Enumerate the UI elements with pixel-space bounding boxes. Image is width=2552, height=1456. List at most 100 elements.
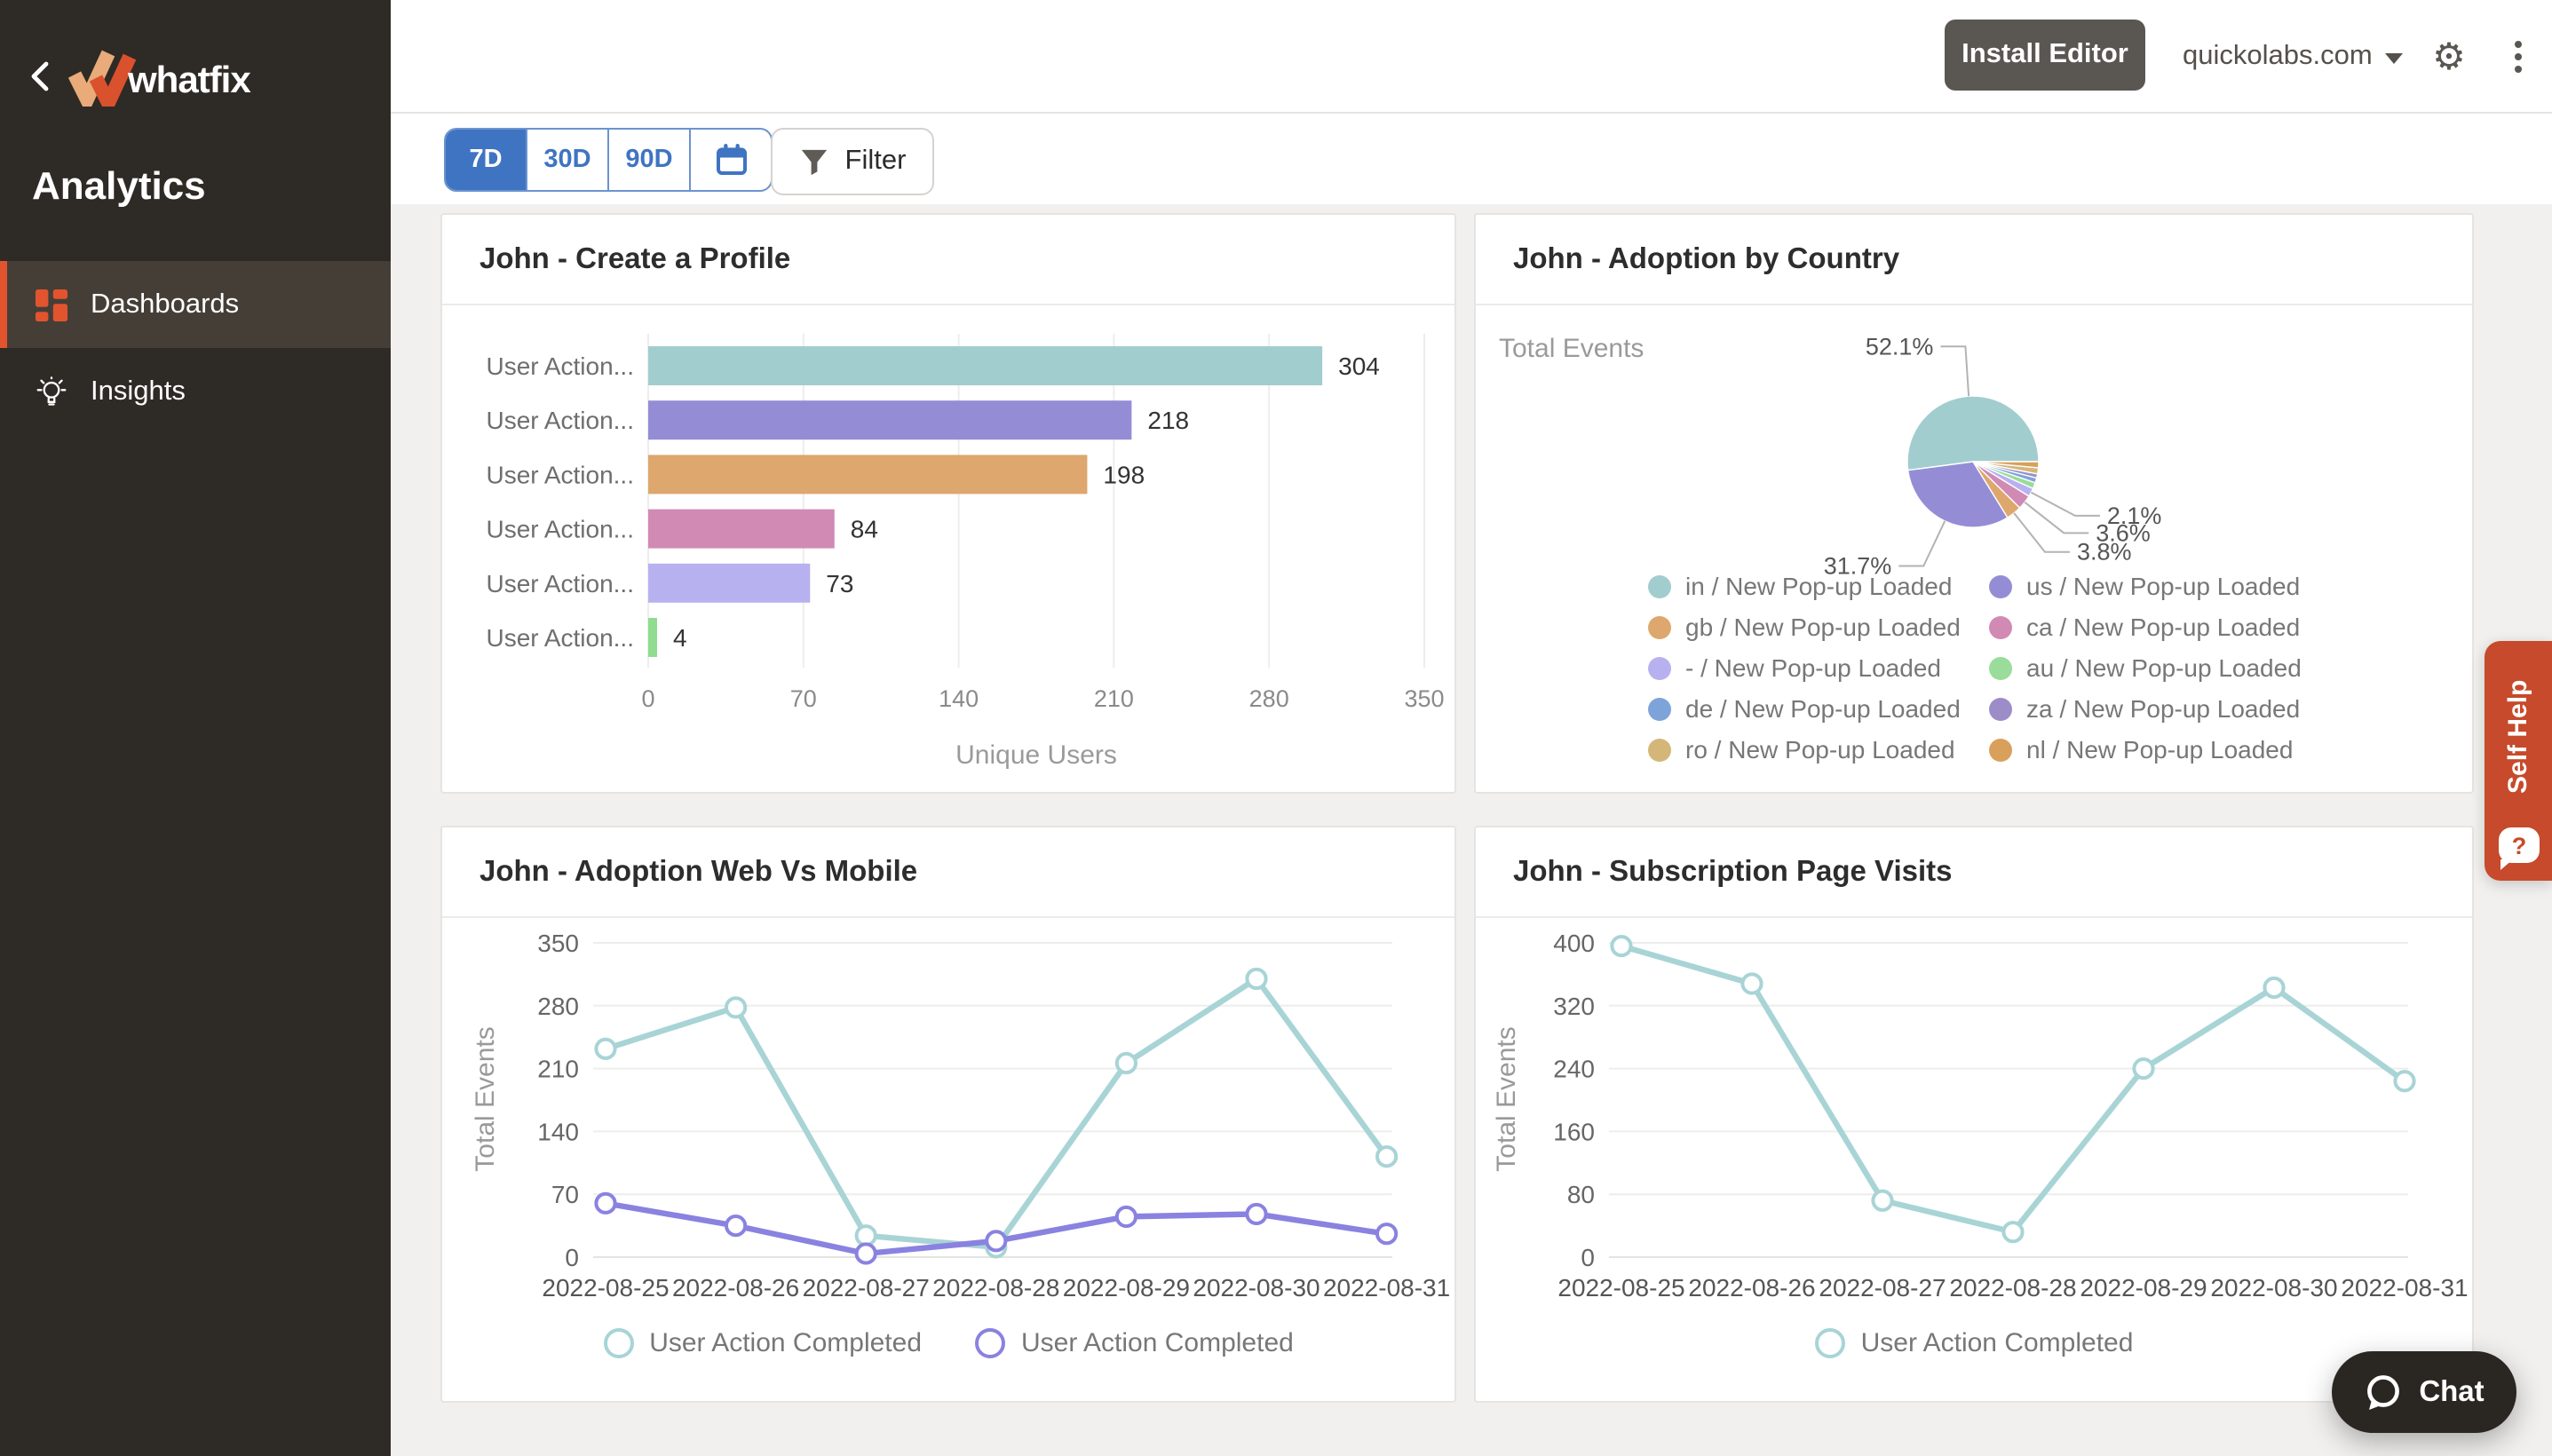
svg-text:240: 240 [1553, 1056, 1595, 1083]
legend-swatch-icon [1648, 615, 1671, 638]
svg-text:2022-08-29: 2022-08-29 [2080, 1274, 2207, 1302]
line-legend-item[interactable]: User Action Completed [603, 1328, 922, 1358]
range-7d-button[interactable]: 7D [446, 130, 527, 190]
line-legend-item[interactable]: User Action Completed [1814, 1328, 2134, 1358]
legend-label: ro / New Pop-up Loaded [1685, 735, 1955, 764]
legend-label: User Action Completed [1860, 1328, 2134, 1358]
svg-text:80: 80 [1567, 1181, 1595, 1208]
svg-text:0: 0 [641, 685, 654, 712]
sidebar-item-label: Insights [91, 376, 186, 406]
account-dropdown[interactable]: quickolabs.com [2183, 0, 2403, 112]
line-chart-subscription-page-visits[interactable]: 0 80 160 240 320 400 2022-08-25 2022-08-26 2022-… [1476, 918, 2472, 1405]
legend-label: us / New Pop-up Loaded [2026, 572, 2301, 600]
pie-legend-item[interactable]: de / New Pop-up Loaded [1648, 694, 1989, 723]
filter-button[interactable]: Filter [771, 128, 934, 195]
svg-text:2022-08-30: 2022-08-30 [2210, 1274, 2337, 1302]
pie-legend-item[interactable]: - / New Pop-up Loaded [1648, 653, 1989, 682]
legend-swatch-icon [1989, 738, 2012, 761]
svg-text:84: 84 [851, 516, 878, 543]
pie-legend[interactable]: in / New Pop-up Loaded us / New Pop-up Lo… [1648, 572, 2302, 764]
install-editor-button[interactable]: Install Editor [1945, 20, 2145, 91]
legend-ring-icon [975, 1328, 1005, 1358]
legend-swatch-icon [1648, 697, 1671, 720]
card-create-a-profile: John - Create a Profile 0 70 140 210 280 350 U… [440, 213, 1456, 794]
line-chart-adoption-web-vs-mobile[interactable]: 0 70 140 210 280 350 2022-08-25 2022-08-26 2022-… [442, 918, 1454, 1405]
help-bubble-icon: ? [2499, 827, 2540, 870]
date-range-segmented-control: 7D 30D 90D [444, 128, 773, 192]
svg-text:280: 280 [537, 993, 579, 1020]
legend-label: - / New Pop-up Loaded [1685, 653, 1941, 682]
svg-text:304: 304 [1338, 352, 1380, 380]
kebab-menu-icon[interactable] [2504, 0, 2532, 112]
svg-text:280: 280 [1249, 685, 1289, 712]
svg-text:User Action...: User Action... [486, 516, 634, 543]
svg-text:Total Events: Total Events [471, 1026, 500, 1171]
svg-text:198: 198 [1103, 461, 1145, 488]
svg-text:2022-08-31: 2022-08-31 [1323, 1274, 1450, 1302]
svg-text:2022-08-30: 2022-08-30 [1193, 1274, 1320, 1302]
settings-gear-icon[interactable]: ⚙ [2426, 0, 2472, 112]
calendar-button[interactable] [691, 130, 771, 190]
svg-text:218: 218 [1147, 407, 1189, 434]
bar-chart-create-a-profile[interactable]: 0 70 140 210 280 350 User Action... 304 User Act… [442, 305, 1454, 795]
pie-legend-item[interactable]: au / New Pop-up Loaded [1989, 653, 2302, 682]
svg-text:70: 70 [551, 1181, 579, 1208]
svg-text:2022-08-25: 2022-08-25 [1557, 1274, 1684, 1302]
svg-text:0: 0 [565, 1244, 579, 1271]
pie-legend-item[interactable]: za / New Pop-up Loaded [1989, 694, 2302, 723]
card-adoption-web-vs-mobile: John - Adoption Web Vs Mobile 0 70 140 210 2… [440, 826, 1456, 1403]
pie-chart-adoption-by-country[interactable]: 52.1% 31.7% 3.8% 3.6% 2.1% Total Events in /… [1476, 305, 2472, 795]
svg-text:140: 140 [939, 685, 979, 712]
pie-legend-item[interactable]: ca / New Pop-up Loaded [1989, 613, 2302, 641]
card-adoption-by-country: John - Adoption by Country 52.1% 31.7% 3.8… [1474, 213, 2474, 794]
chat-label: Chat [2419, 1375, 2485, 1407]
range-90d-button[interactable]: 90D [609, 130, 691, 190]
svg-text:2022-08-31: 2022-08-31 [2341, 1274, 2468, 1302]
line-legend[interactable]: User Action Completed [1476, 1328, 2472, 1358]
line-legend[interactable]: User Action Completed User Action Complet… [442, 1328, 1454, 1358]
svg-text:70: 70 [790, 685, 817, 712]
legend-label: nl / New Pop-up Loaded [2026, 735, 2294, 764]
chart-title: John - Adoption Web Vs Mobile [479, 855, 918, 887]
calendar-icon [716, 144, 746, 175]
pie-legend-item[interactable]: ro / New Pop-up Loaded [1648, 735, 1989, 764]
legend-swatch-icon [1989, 697, 2012, 720]
legend-swatch-icon [1989, 656, 2012, 679]
whatfix-logo: whatfix [64, 46, 251, 120]
legend-label: de / New Pop-up Loaded [1685, 694, 1961, 723]
sidebar-item-dashboards[interactable]: Dashboards [0, 261, 391, 348]
dashboards-icon [36, 289, 67, 320]
self-help-tab[interactable]: Self Help ? [2485, 641, 2552, 881]
svg-text:350: 350 [1404, 685, 1444, 712]
svg-text:400: 400 [1553, 930, 1595, 957]
sidebar-item-insights[interactable]: Insights [0, 348, 391, 435]
svg-text:0: 0 [1581, 1244, 1595, 1271]
chat-bubble-icon [2367, 1374, 2400, 1409]
account-name: quickolabs.com [2183, 40, 2373, 70]
chart-title: John - Subscription Page Visits [1513, 855, 1953, 887]
sidebar-nav: Dashboards Insights [0, 261, 391, 435]
pie-legend-item[interactable]: us / New Pop-up Loaded [1989, 572, 2302, 600]
pie-legend-item[interactable]: nl / New Pop-up Loaded [1989, 735, 2302, 764]
svg-text:73: 73 [826, 570, 853, 597]
pie-legend-item[interactable]: in / New Pop-up Loaded [1648, 572, 1989, 600]
svg-text:2022-08-27: 2022-08-27 [803, 1274, 930, 1302]
svg-text:4: 4 [673, 624, 687, 652]
svg-text:52.1%: 52.1% [1866, 333, 1934, 360]
range-30d-button[interactable]: 30D [527, 130, 609, 190]
legend-label: User Action Completed [649, 1328, 922, 1358]
filter-button-label: Filter [844, 146, 907, 176]
legend-label: au / New Pop-up Loaded [2026, 653, 2302, 682]
svg-text:2022-08-29: 2022-08-29 [1063, 1274, 1190, 1302]
svg-text:2022-08-28: 2022-08-28 [932, 1274, 1059, 1302]
collapse-sidebar-icon[interactable] [25, 59, 60, 94]
sidebar-item-label: Dashboards [91, 289, 240, 319]
svg-text:160: 160 [1553, 1118, 1595, 1145]
section-title: Analytics [32, 163, 206, 208]
legend-swatch-icon [1648, 738, 1671, 761]
chat-button[interactable]: Chat [2332, 1351, 2516, 1433]
line-legend-item[interactable]: User Action Completed [975, 1328, 1294, 1358]
svg-text:2022-08-25: 2022-08-25 [542, 1274, 669, 1302]
pie-legend-item[interactable]: gb / New Pop-up Loaded [1648, 613, 1989, 641]
legend-ring-icon [1814, 1328, 1845, 1358]
